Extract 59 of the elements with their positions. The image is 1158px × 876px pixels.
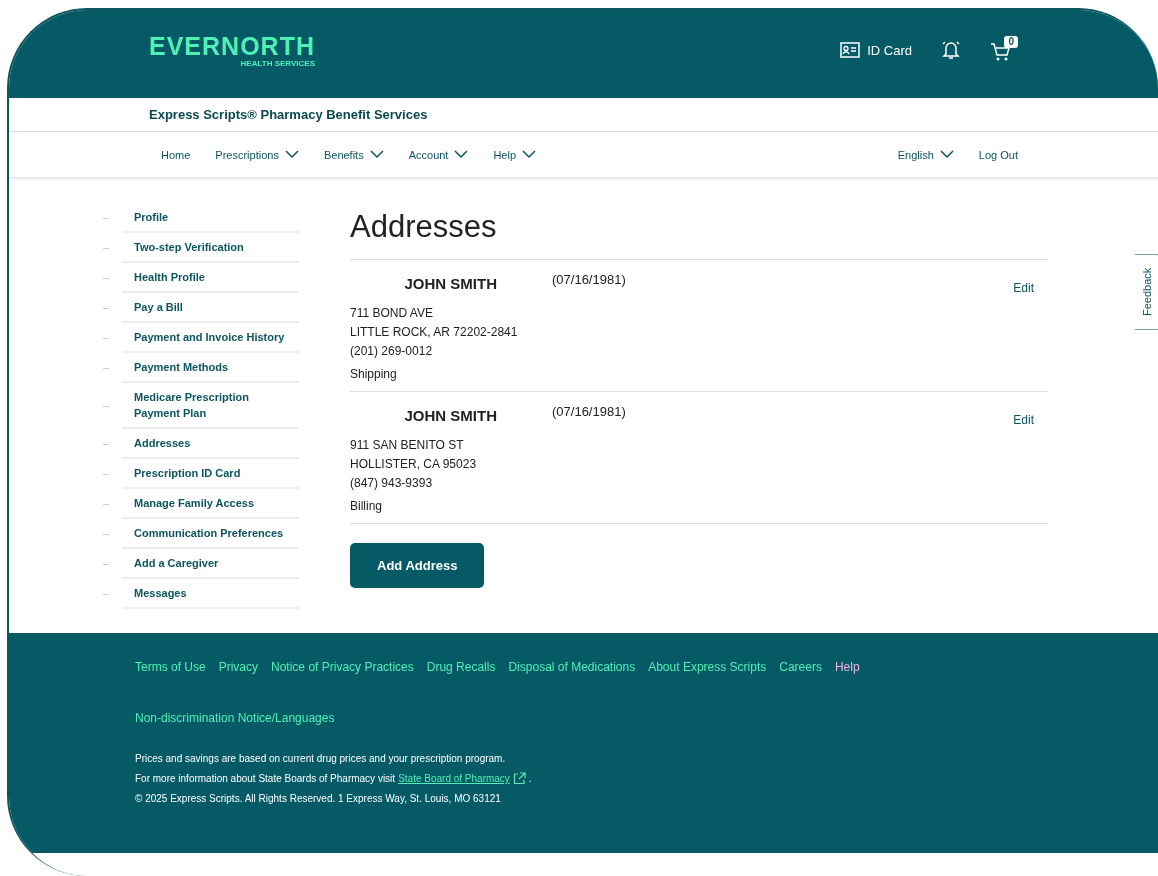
birth-date: (07/16/1981) — [552, 404, 626, 419]
nav-link[interactable]: Help — [493, 148, 537, 161]
address-line: (847) 943-9393 — [350, 475, 434, 492]
add-address-button[interactable]: Add Address — [350, 543, 485, 588]
nav-link[interactable]: Prescriptions — [215, 148, 299, 161]
sidebar-link[interactable]: Prescription ID Card — [122, 459, 299, 489]
sidebar-link[interactable]: Add a Caregiver — [122, 549, 299, 579]
site-title: Express Scripts® Pharmacy Benefit Services — [149, 107, 428, 122]
person-name: JOHN SMITH — [403, 407, 497, 424]
nav-link[interactable]: Account — [408, 148, 469, 161]
feedback-tab[interactable]: Feedback — [1135, 254, 1158, 330]
sidebar-link[interactable]: Pay a Bill — [122, 293, 299, 323]
address-line: 711 BOND AVE — [350, 305, 434, 322]
footer-link[interactable]: Careers — [779, 660, 822, 674]
external-link-icon — [512, 772, 526, 785]
footer-note: Prices and savings are based on current drug prices and your prescription program. — [135, 753, 507, 764]
nav-link[interactable]: English — [897, 148, 954, 161]
address-type: Shipping — [350, 367, 398, 381]
sidebar-link[interactable]: Communication Preferences — [122, 519, 299, 549]
edit-link[interactable]: Edit — [1013, 413, 1034, 427]
birth-date: (07/16/1981) — [552, 272, 626, 287]
person-name: JOHN SMITH — [403, 275, 497, 292]
address-line: 911 SAN BENITO ST — [350, 437, 465, 454]
sidebar-link[interactable]: Profile — [122, 203, 299, 233]
footer-note: For more information about State Boards of Pharmacy visit — [135, 773, 396, 784]
footer-link[interactable]: About Express Scripts — [648, 660, 767, 674]
address-line: LITTLE ROCK, AR 72202-2841 — [350, 324, 519, 341]
nav-link[interactable]: Log Out — [978, 148, 1018, 161]
bell-icon[interactable] — [940, 39, 962, 61]
logo-subtitle: HEALTH SERVICES — [240, 59, 315, 68]
footer-note: . — [528, 773, 532, 784]
footer-link[interactable]: Help — [834, 660, 860, 674]
address-type: Billing — [350, 499, 383, 513]
footer-link[interactable]: Disposal of Medications — [508, 660, 636, 674]
state-board-link[interactable]: State Board of Pharmacy — [398, 773, 510, 784]
id-card-link[interactable]: ID Card — [840, 42, 912, 58]
logo[interactable]: EVERNORTH — [149, 32, 315, 61]
edit-link[interactable]: Edit — [1013, 281, 1034, 295]
address-line: (201) 269-0012 — [350, 343, 434, 360]
sidebar-link[interactable]: Payment and Invoice History — [122, 323, 299, 353]
nav-link[interactable]: Home — [161, 148, 191, 161]
footer-link[interactable]: Drug Recalls — [426, 660, 496, 674]
footer-link[interactable]: Terms of Use — [135, 660, 206, 674]
footer-link[interactable]: Notice of Privacy Practices — [271, 660, 414, 674]
sidebar-link[interactable]: Two-step Verification — [122, 233, 299, 263]
nav-link[interactable]: Benefits — [323, 148, 384, 161]
sidebar-link[interactable]: Manage Family Access — [122, 489, 299, 519]
cart-count: 0 — [1004, 36, 1018, 48]
sidebar-link[interactable]: Addresses — [122, 429, 299, 459]
page-heading: Addresses — [350, 209, 498, 245]
sidebar-link[interactable]: Health Profile — [122, 263, 299, 293]
sidebar-link[interactable]: Payment Methods — [122, 353, 299, 383]
footer-link[interactable]: Privacy — [218, 660, 259, 674]
address-line: HOLLISTER, CA 95023 — [350, 456, 478, 473]
sidebar-link[interactable]: Messages — [122, 579, 299, 609]
sidebar-link[interactable]: Medicare Prescription Payment Plan — [122, 383, 299, 429]
footer-link[interactable]: Non-discrimination Notice/Languages — [135, 711, 1158, 725]
id-card-icon — [840, 42, 861, 58]
copyright-text: © 2025 Express Scripts. All Rights Reserved. 1 Express Way, St. Louis, MO 63121 — [135, 793, 502, 804]
